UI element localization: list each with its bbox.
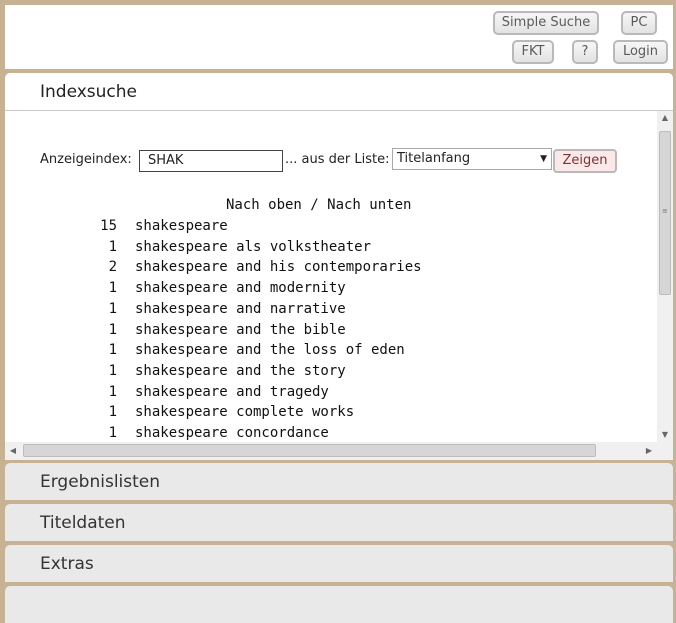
- index-label: Anzeigeindex:: [40, 152, 132, 167]
- scrollbar-corner: [657, 442, 673, 460]
- vertical-scroll-thumb[interactable]: ≡: [659, 131, 671, 295]
- index-row-term[interactable]: shakespeare and the story: [135, 361, 346, 381]
- index-search-panel: Indexsuche Anzeigeindex: SHAK ... aus de…: [5, 73, 673, 460]
- index-content: Anzeigeindex: SHAK ... aus der Liste: Ti…: [5, 111, 657, 445]
- login-button[interactable]: Login: [613, 40, 668, 64]
- index-row-term[interactable]: shakespeare and modernity: [135, 278, 346, 298]
- pc-button[interactable]: PC: [621, 11, 657, 35]
- index-input[interactable]: SHAK: [139, 150, 283, 172]
- index-row-term[interactable]: shakespeare and tragedy: [135, 382, 329, 402]
- scroll-up-icon[interactable]: ▲: [657, 111, 673, 125]
- index-row-term[interactable]: shakespeare and the bible: [135, 320, 346, 340]
- index-row-term[interactable]: shakespeare: [135, 216, 228, 236]
- index-row-count: 1: [108, 280, 117, 297]
- index-row-count: 1: [108, 238, 117, 255]
- list-select-value: Titelanfang: [397, 151, 471, 166]
- accordion-extras[interactable]: Extras: [5, 545, 673, 582]
- list-select[interactable]: Titelanfang ▼: [392, 148, 552, 170]
- panel-title[interactable]: Indexsuche: [5, 73, 673, 111]
- fkt-button[interactable]: FKT: [512, 40, 554, 64]
- simple-search-button[interactable]: Simple Suche: [493, 11, 599, 35]
- accordion-title-data[interactable]: Titeldaten: [5, 504, 673, 541]
- help-button[interactable]: ?: [572, 40, 598, 64]
- index-row-count: 2: [108, 259, 117, 276]
- index-row-count: 1: [108, 342, 117, 359]
- index-row-count: 1: [108, 404, 117, 421]
- index-row-count: 1: [108, 362, 117, 379]
- index-row-term[interactable]: shakespeare als volkstheater: [135, 237, 371, 257]
- scroll-left-icon[interactable]: ◀: [5, 442, 21, 460]
- index-row-count: 1: [108, 300, 117, 317]
- horizontal-scroll-thumb[interactable]: [23, 444, 596, 457]
- vertical-scrollbar[interactable]: ▲ ≡ ▼: [657, 111, 673, 442]
- horizontal-scrollbar[interactable]: ◀ ▶: [5, 442, 657, 460]
- index-row-count: 1: [108, 383, 117, 400]
- dropdown-arrow-icon: ▼: [540, 154, 547, 164]
- top-bar: Simple Suche PC FKT ? Login: [5, 5, 673, 69]
- search-row: Anzeigeindex: SHAK ... aus der Liste: Ti…: [5, 148, 657, 179]
- index-row-count: 1: [108, 321, 117, 338]
- scroll-down-icon[interactable]: ▼: [657, 428, 673, 442]
- index-row-count: 1: [108, 425, 117, 441]
- grip-icon: ≡: [662, 207, 668, 215]
- index-row-term[interactable]: shakespeare and the loss of eden: [135, 340, 405, 360]
- index-row-term[interactable]: shakespeare and his contemporaries: [135, 257, 422, 277]
- index-row-term[interactable]: shakespeare complete works: [135, 402, 354, 422]
- list-label: ... aus der Liste:: [285, 152, 390, 167]
- nav-links[interactable]: Nach oben / Nach unten: [226, 195, 411, 215]
- index-row-term[interactable]: shakespeare concordance: [135, 423, 329, 443]
- show-button[interactable]: Zeigen: [553, 149, 617, 173]
- index-row-term[interactable]: shakespeare and narrative: [135, 299, 346, 319]
- index-row-count: 15: [100, 218, 117, 234]
- scroll-right-icon[interactable]: ▶: [641, 442, 657, 460]
- accordion-results[interactable]: Ergebnislisten: [5, 463, 673, 500]
